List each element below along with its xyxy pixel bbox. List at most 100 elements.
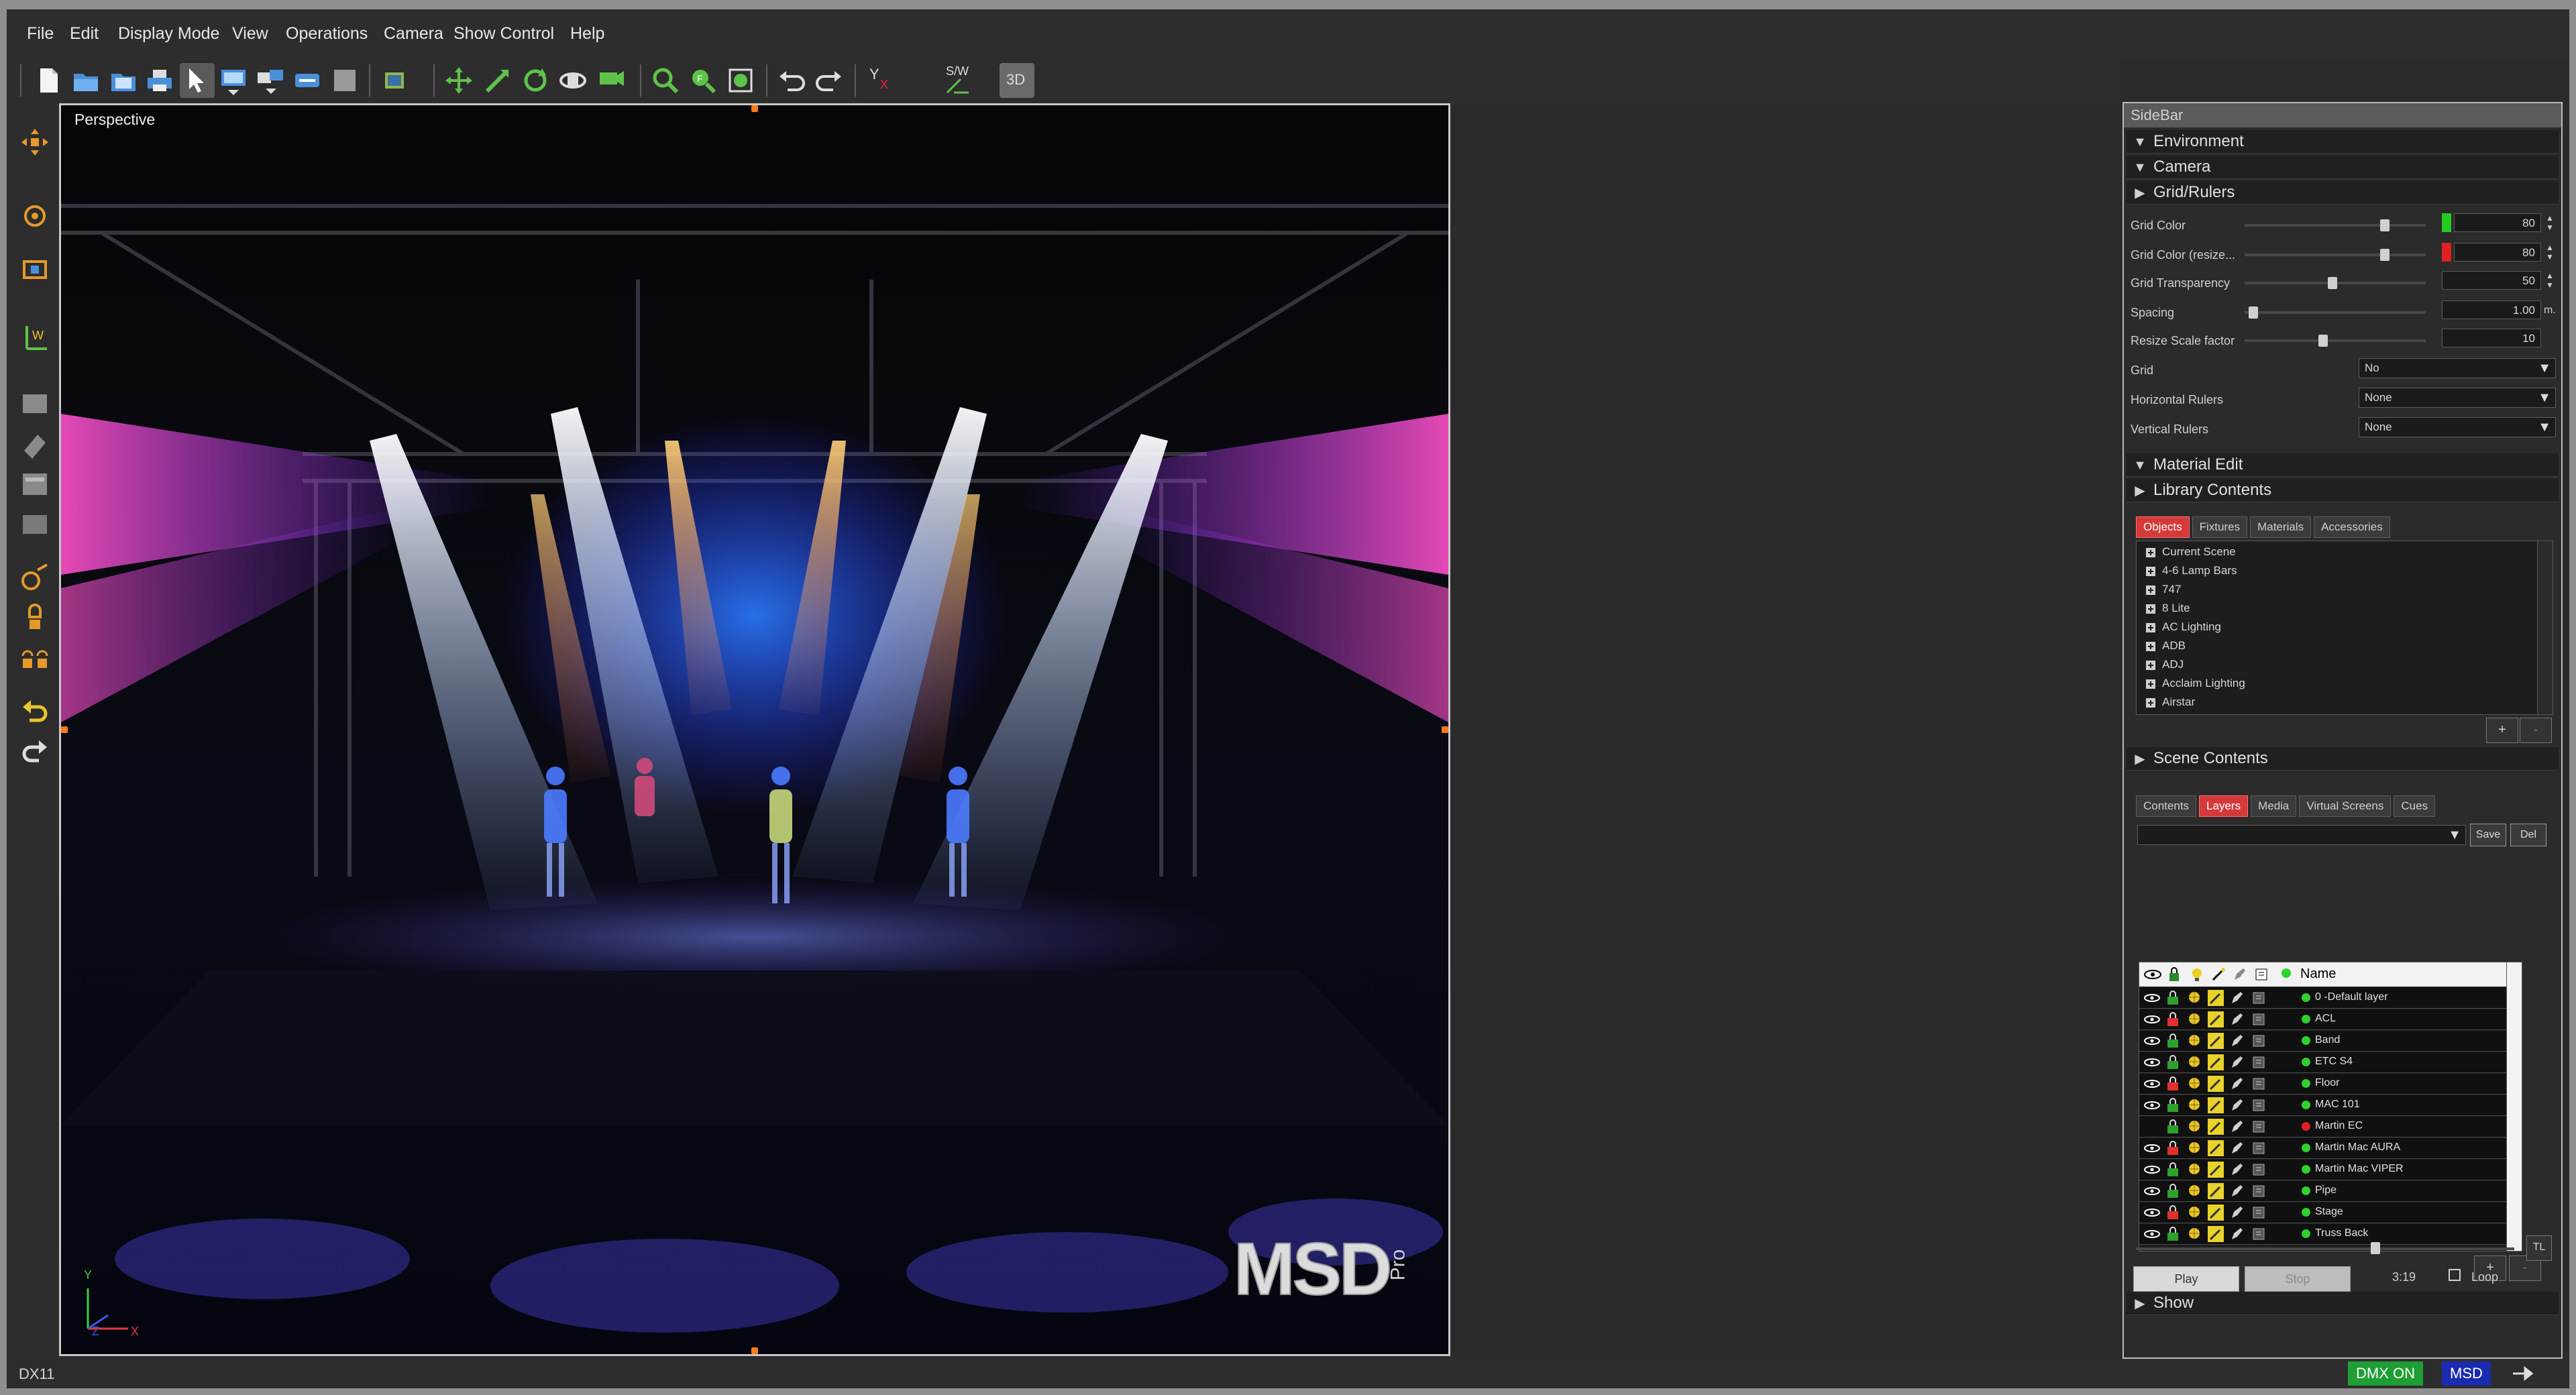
- move-node-icon[interactable]: [17, 125, 52, 160]
- light-toggle-icon[interactable]: [2186, 1205, 2202, 1221]
- pin-icon[interactable]: [2510, 1364, 2537, 1383]
- layer-row[interactable]: Pipe: [2139, 1181, 2522, 1202]
- grid-transparency-thumb[interactable]: [2328, 277, 2337, 289]
- spacing-value[interactable]: 1.00: [2442, 300, 2541, 319]
- wand-icon[interactable]: [2208, 1205, 2224, 1221]
- visibility-eye-icon[interactable]: [2143, 1208, 2161, 1217]
- visibility-eye-icon[interactable]: [2143, 993, 2161, 1003]
- light-single-icon[interactable]: [17, 601, 52, 636]
- note-icon[interactable]: [2251, 1097, 2267, 1113]
- note-icon[interactable]: [2251, 1033, 2267, 1049]
- lock-icon[interactable]: [2165, 1162, 2181, 1178]
- tab-layers[interactable]: Layers: [2199, 795, 2249, 817]
- section-material-edit[interactable]: ▼ Material Edit: [2127, 453, 2559, 477]
- show-timeline-slider[interactable]: [2136, 1247, 2514, 1250]
- target-icon[interactable]: [17, 199, 52, 233]
- layer-row[interactable]: Band: [2139, 1031, 2522, 1052]
- wand-icon[interactable]: [2208, 1076, 2224, 1092]
- lock-icon[interactable]: [2165, 1205, 2181, 1221]
- menu-file[interactable]: File: [27, 24, 54, 44]
- library-list[interactable]: Current Scene 4-6 Lamp Bars 747 8 Lite A…: [2136, 541, 2553, 715]
- show-timeline-thumb[interactable]: [2371, 1242, 2380, 1254]
- note-icon[interactable]: [2251, 1076, 2267, 1092]
- open-folder-icon[interactable]: [106, 63, 141, 98]
- print-icon[interactable]: [142, 63, 177, 98]
- library-add-button[interactable]: +: [2486, 718, 2518, 743]
- light-toggle-icon[interactable]: [2186, 1162, 2202, 1178]
- multi-window-icon[interactable]: [254, 63, 288, 98]
- library-item[interactable]: 8 Lite: [2146, 602, 2190, 615]
- library-item[interactable]: ADB: [2146, 639, 2186, 653]
- pencil-icon[interactable]: [2229, 1097, 2245, 1113]
- menu-help[interactable]: Help: [570, 24, 604, 44]
- grid-color-resize-spinner[interactable]: ▲ ▼: [2544, 243, 2556, 262]
- link-icon[interactable]: [290, 63, 325, 98]
- note-icon[interactable]: [2251, 990, 2267, 1006]
- zoom-fit-icon[interactable]: F: [686, 63, 720, 98]
- library-item[interactable]: Airstar: [2146, 695, 2195, 709]
- resize-scale-thumb[interactable]: [2318, 335, 2328, 347]
- move-icon[interactable]: [441, 63, 476, 98]
- spacing-slider[interactable]: [2245, 311, 2426, 314]
- tab-virtual-screens[interactable]: Virtual Screens: [2299, 795, 2392, 817]
- open-file-icon[interactable]: [68, 63, 103, 98]
- gray-square-icon[interactable]: [327, 63, 362, 98]
- tab-fixtures[interactable]: Fixtures: [2192, 516, 2248, 538]
- zoom-in-icon[interactable]: [648, 63, 683, 98]
- layer-icon[interactable]: [17, 467, 52, 502]
- 3d-viewport[interactable]: Perspective Y Z X MSD Pro: [59, 103, 1450, 1356]
- lock-icon[interactable]: [2165, 1076, 2181, 1092]
- grid-color-resize-thumb[interactable]: [2380, 249, 2390, 261]
- note-icon[interactable]: [2251, 1011, 2267, 1027]
- note-icon[interactable]: [2251, 1226, 2267, 1242]
- layers-scrollbar[interactable]: [2506, 962, 2522, 1251]
- layer-row[interactable]: Truss Back: [2139, 1224, 2522, 1245]
- tab-media[interactable]: Media: [2251, 795, 2297, 817]
- undo-icon[interactable]: [774, 63, 809, 98]
- menu-view[interactable]: View: [232, 24, 268, 44]
- show-tl-button[interactable]: TL: [2526, 1235, 2552, 1261]
- light-group-icon[interactable]: [17, 641, 52, 676]
- texture-icon[interactable]: [17, 507, 52, 542]
- pencil-icon[interactable]: [2229, 1054, 2245, 1070]
- note-icon[interactable]: [2251, 1054, 2267, 1070]
- lock-icon[interactable]: [2165, 1226, 2181, 1242]
- pencil-icon[interactable]: [2229, 1076, 2245, 1092]
- wand-icon[interactable]: [2208, 1097, 2224, 1113]
- rotate-right-icon[interactable]: [17, 735, 52, 770]
- layer-del-button[interactable]: Del: [2510, 824, 2546, 846]
- pencil-icon[interactable]: [2229, 1119, 2245, 1135]
- library-item[interactable]: AC Lighting: [2146, 620, 2221, 634]
- msd-status-badge[interactable]: MSD: [2442, 1361, 2491, 1386]
- grid-color-resize-value[interactable]: 80: [2454, 243, 2541, 262]
- visibility-eye-icon[interactable]: [2143, 1015, 2161, 1024]
- wand-icon[interactable]: [2208, 1011, 2224, 1027]
- grid-color-slider[interactable]: [2245, 224, 2426, 227]
- library-item[interactable]: ADJ: [2146, 658, 2184, 671]
- camera-orbit-icon[interactable]: [555, 63, 590, 98]
- section-library-contents[interactable]: ▶ Library Contents: [2127, 479, 2559, 502]
- pencil-icon[interactable]: [2229, 1183, 2245, 1199]
- new-file-icon[interactable]: [31, 63, 66, 98]
- wand-icon[interactable]: [2208, 1183, 2224, 1199]
- section-environment[interactable]: ▼ Environment: [2127, 130, 2559, 154]
- layer-save-button[interactable]: Save: [2470, 824, 2506, 846]
- grid-color-thumb[interactable]: [2380, 219, 2390, 231]
- rotate-left-icon[interactable]: [17, 695, 52, 730]
- grid-select[interactable]: No ▼: [2359, 358, 2556, 378]
- light-toggle-icon[interactable]: [2186, 1097, 2202, 1113]
- visibility-eye-icon[interactable]: [2143, 1186, 2161, 1196]
- redo-icon[interactable]: [812, 63, 847, 98]
- note-icon[interactable]: [2251, 1119, 2267, 1135]
- layer-row[interactable]: Martin EC: [2139, 1117, 2522, 1137]
- scale-icon[interactable]: [480, 63, 515, 98]
- library-item[interactable]: 4-6 Lamp Bars: [2146, 564, 2237, 577]
- pencil-icon[interactable]: [2229, 990, 2245, 1006]
- zoom-extents-icon[interactable]: [723, 63, 758, 98]
- frame-icon[interactable]: [17, 252, 52, 287]
- view-3d-icon[interactable]: 3D: [1000, 63, 1034, 98]
- section-camera[interactable]: ▼ Camera: [2127, 156, 2559, 179]
- wand-icon[interactable]: [2208, 1140, 2224, 1156]
- measure-icon[interactable]: W: [17, 319, 52, 354]
- lock-icon[interactable]: [2165, 990, 2181, 1006]
